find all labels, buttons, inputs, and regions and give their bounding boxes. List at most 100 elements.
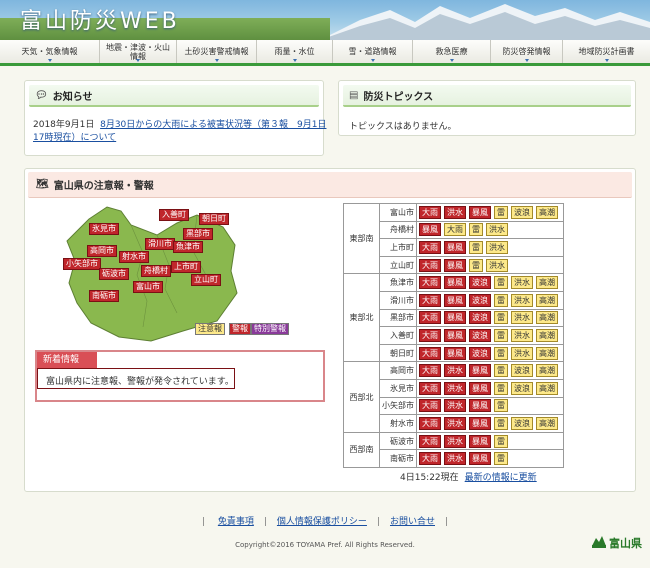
warning-badge: 大雨 — [419, 293, 441, 307]
book-icon: ▤ — [349, 89, 359, 101]
warning-badge: 暴風 — [444, 240, 466, 254]
map-label-namerikawa[interactable]: 滑川市 — [145, 238, 175, 250]
advisory-badge: 洪水 — [486, 240, 508, 254]
warning-badge: 大雨 — [419, 399, 441, 413]
warning-badge: 大雨 — [419, 381, 441, 395]
topics-text: トピックスはありません。 — [349, 122, 457, 132]
map-label-funahashi[interactable]: 舟橋村 — [141, 265, 171, 277]
advisory-badge: 雷 — [469, 240, 483, 254]
warning-badge: 暴風 — [469, 205, 491, 219]
nav-item-emergency[interactable]: 救急医療 — [413, 40, 491, 63]
map-label-takaoka[interactable]: 高岡市 — [87, 245, 117, 257]
advisory-badge: 高潮 — [536, 205, 558, 219]
warning-badge: 大雨 — [419, 416, 441, 430]
footer-link-privacy[interactable]: 個人情報保護ポリシー — [277, 517, 367, 527]
city-name[interactable]: 滑川市 — [379, 290, 417, 310]
map-label-himi[interactable]: 氷見市 — [89, 223, 119, 235]
site-title[interactable]: 富山防災WEB — [20, 3, 180, 35]
map-label-tateyama[interactable]: 立山町 — [191, 274, 221, 286]
map-label-uozu[interactable]: 魚津市 — [173, 241, 203, 253]
toyama-emblem-icon — [592, 536, 606, 548]
nav-item-snow-road[interactable]: 雪・道路情報 — [333, 40, 413, 63]
warning-badge: 暴風 — [444, 328, 466, 342]
map-label-kamiichi[interactable]: 上市町 — [171, 261, 201, 273]
advisory-badge: 高潮 — [536, 416, 558, 430]
map-label-tonami[interactable]: 砺波市 — [99, 268, 129, 280]
chevron-down-icon — [449, 59, 454, 62]
advisory-badge: 雷 — [494, 276, 508, 290]
nav-item-plan[interactable]: 地域防災計画書 — [563, 40, 650, 63]
city-name[interactable]: 砺波市 — [379, 431, 417, 451]
warning-badge: 大雨 — [419, 434, 441, 448]
nav-item-weather[interactable]: 天気・気象情報 — [0, 40, 100, 63]
warning-badges: 暴風 大雨雷洪水 — [416, 220, 564, 240]
advisory-badge: 高潮 — [536, 293, 558, 307]
toyama-logo[interactable]: 富山県 — [592, 535, 642, 551]
city-name[interactable]: 魚津市 — [379, 273, 417, 292]
map-label-asahi[interactable]: 朝日町 — [199, 213, 229, 225]
warning-badge: 大雨 — [419, 452, 441, 466]
nav-item-label: 天気・気象情報 — [21, 47, 78, 56]
advisory-badge: 大雨 — [444, 223, 466, 237]
advisory-badge: 雷 — [494, 311, 508, 325]
advisory-badge: 洪水 — [511, 328, 533, 342]
warning-badges: 大雨 暴風 波浪雷洪水 高潮 — [416, 343, 564, 363]
nav-item-awareness[interactable]: 防災啓発情報 — [491, 40, 563, 63]
warning-badges: 大雨 洪水 暴風雷 — [416, 449, 564, 468]
city-name[interactable]: 射水市 — [379, 414, 417, 433]
nav-item-landslide[interactable]: 土砂災害警戒情報 — [177, 40, 257, 63]
city-name[interactable]: 高岡市 — [379, 361, 417, 380]
warning-badge: 大雨 — [419, 328, 441, 342]
advisory-badge: 洪水 — [511, 311, 533, 325]
map-label-nanto[interactable]: 南砺市 — [89, 290, 119, 302]
city-name[interactable]: 氷見市 — [379, 378, 417, 398]
map-label-oyabe[interactable]: 小矢部市 — [63, 258, 101, 270]
refresh-link[interactable]: 最新の情報に更新 — [465, 473, 537, 483]
warning-badge: 大雨 — [419, 346, 441, 360]
city-name[interactable]: 朝日町 — [379, 343, 417, 363]
warning-badge: 波浪 — [469, 293, 491, 307]
city-name[interactable]: 小矢部市 — [379, 396, 417, 416]
advisory-badge: 波浪 — [511, 416, 533, 430]
city-name[interactable]: 上市町 — [379, 238, 417, 257]
warning-badge: 大雨 — [419, 311, 441, 325]
footer-link-contact[interactable]: お問い合せ — [390, 517, 435, 527]
chevron-down-icon — [524, 59, 529, 62]
notice-title: お知らせ — [52, 91, 93, 103]
site-header: 富山防災WEB — [0, 0, 650, 40]
map-icon: 🗺︎ — [36, 179, 49, 190]
map-label-nyuzen[interactable]: 入善町 — [159, 209, 189, 221]
warning-badge: 暴風 — [469, 434, 491, 448]
city-name[interactable]: 入善町 — [379, 326, 417, 345]
map-label-kurobe[interactable]: 黒部市 — [183, 228, 213, 240]
speech-bubble-icon: 💬︎ — [35, 89, 48, 101]
nav-item-earthquake[interactable]: 地震・津波・火山 情報 — [100, 40, 177, 63]
advisory-badge: 雷 — [469, 258, 483, 272]
city-name[interactable]: 立山町 — [379, 255, 417, 275]
warning-badge: 大雨 — [419, 276, 441, 290]
advisory-badge: 高潮 — [536, 381, 558, 395]
nav-item-label: 地震・津波・火山 情報 — [106, 42, 170, 61]
warning-badge: 暴風 — [444, 346, 466, 360]
map-label-imizu[interactable]: 射水市 — [119, 251, 149, 263]
nav-item-rainfall[interactable]: 雨量・水位 — [257, 40, 333, 63]
warning-badge: 大雨 — [419, 258, 441, 272]
warning-badges: 大雨 洪水 暴風雷波浪 高潮 — [416, 414, 564, 433]
advisory-badge: 波浪 — [511, 205, 533, 219]
city-name[interactable]: 富山市 — [379, 203, 417, 222]
advisory-badge: 洪水 — [486, 223, 508, 237]
advisory-badge: 雷 — [469, 223, 483, 237]
warning-badges: 大雨 洪水 暴風雷 — [416, 396, 564, 416]
city-name[interactable]: 南砺市 — [379, 449, 417, 468]
footer-links: | 免責事項 | 個人情報保護ポリシー | お問い合せ | — [201, 517, 449, 527]
map-label-toyama[interactable]: 富山市 — [133, 281, 163, 293]
chevron-down-icon — [370, 59, 375, 62]
city-name[interactable]: 舟橋村 — [379, 220, 417, 240]
advisory-badge: 雷 — [494, 399, 508, 413]
footer-link-disclaimer[interactable]: 免責事項 — [218, 517, 254, 527]
legend-special-warning: 特別警報 — [251, 323, 289, 335]
warning-badge: 大雨 — [419, 240, 441, 254]
advisory-badge: 波浪 — [511, 381, 533, 395]
chevron-down-icon — [47, 59, 52, 62]
city-name[interactable]: 黒部市 — [379, 308, 417, 328]
